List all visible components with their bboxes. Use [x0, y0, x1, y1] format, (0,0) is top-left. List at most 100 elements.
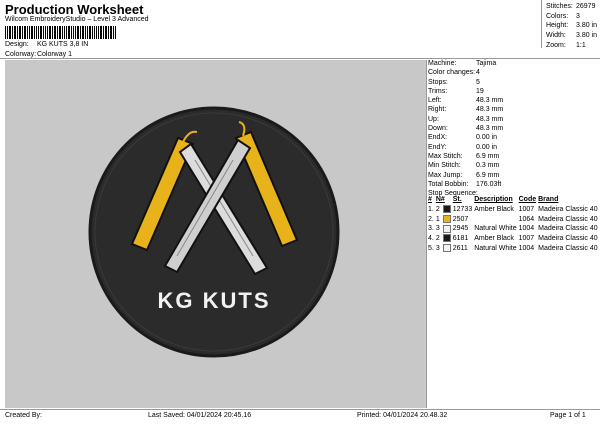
machine-label: EndY:	[428, 143, 447, 151]
barcode-bar	[76, 26, 78, 39]
embroidery-design: KG KUTS	[88, 106, 340, 358]
patch-circle	[88, 106, 340, 358]
machine-value: 6.9 mm	[476, 152, 500, 160]
page-number: Page 1 of 1	[550, 412, 586, 419]
barcode-bar	[99, 26, 101, 39]
machine-label: Color changes:	[428, 69, 476, 77]
colorway-row: Colorway: Colorway 1	[5, 51, 72, 58]
barcode-bar	[58, 26, 60, 39]
machine-value: 0.00 in	[476, 134, 498, 142]
width-label: Width:	[546, 32, 566, 40]
row-stitches: 2611	[452, 244, 468, 252]
machine-row: Min Stitch: 0.3 mm	[428, 161, 503, 170]
machine-value: 6.9 mm	[476, 171, 500, 179]
footer-separator	[0, 409, 600, 410]
barcode-bar	[51, 26, 53, 39]
design-value: KG KUTS 3,8 IN	[36, 41, 89, 48]
header-separator	[0, 58, 600, 59]
barcode-bar	[86, 26, 88, 39]
row-brand: Madeira Classic 40	[538, 244, 598, 252]
barcode-bar	[25, 26, 27, 39]
colorway-value: Colorway 1	[36, 51, 72, 58]
barcode-bar	[83, 26, 85, 39]
barcode-bar	[38, 26, 39, 39]
barcode-bar	[30, 26, 32, 39]
barcode-bar	[55, 26, 56, 39]
barcode-bar	[85, 26, 86, 39]
colorway-label: Colorway:	[5, 51, 37, 58]
machine-label: Min Stitch:	[428, 162, 461, 170]
barcode-bar	[73, 26, 74, 39]
barcode-bar	[11, 26, 13, 39]
barcode-bar	[29, 26, 30, 39]
color-swatch	[442, 214, 451, 223]
colors-label: Colors:	[546, 12, 569, 20]
barcode	[5, 26, 117, 39]
machine-label: Max Jump:	[428, 171, 463, 179]
stop-sequence-table: # N# St. Description Code Brand 1. 2 12733…	[428, 195, 600, 254]
row-code: 1007	[518, 205, 535, 213]
summary-panel: Stitches: 26979 Colors: 3 Height: 3.80 in W…	[546, 2, 597, 51]
row-stitches: 12733	[452, 205, 473, 213]
row-code: 1004	[518, 244, 535, 252]
row-needle: 3	[436, 224, 453, 234]
machine-value: 48.3 mm	[476, 115, 504, 123]
barcode-bar	[6, 26, 8, 39]
barcode-bar	[39, 26, 41, 39]
color-swatch	[442, 224, 451, 233]
col-description: Description	[474, 196, 513, 203]
col-index: #	[428, 196, 432, 203]
barcode-bar	[8, 26, 10, 39]
col-needle: N#	[435, 196, 445, 203]
barcode-bar	[111, 26, 113, 39]
design-label: Design:	[5, 41, 29, 48]
needle-number: 3	[435, 225, 440, 233]
machine-row: Stops: 5	[428, 78, 503, 87]
needle-number: 3	[435, 244, 440, 252]
barcode-bar	[53, 26, 55, 39]
row-index: 3.	[428, 225, 434, 233]
machine-label: Stops:	[428, 78, 448, 86]
row-brand: Madeira Classic 40	[538, 235, 598, 243]
barcode-bar	[15, 26, 17, 39]
width-value: 3.80 in	[576, 32, 598, 40]
machine-value: 4	[476, 69, 480, 77]
barcode-bar	[113, 26, 114, 39]
machine-value: 19	[476, 87, 484, 95]
machine-value: 5	[476, 78, 480, 86]
machine-label: Right:	[428, 106, 447, 114]
row-code: 1004	[518, 225, 535, 233]
barcode-bar	[63, 26, 66, 39]
height-value: 3.80 in	[576, 22, 598, 30]
barcode-bar	[13, 26, 15, 39]
machine-row: Trims: 19	[428, 87, 503, 96]
row-index: 1.	[428, 205, 434, 213]
row-needle: 1	[435, 214, 453, 225]
row-needle: 2	[436, 234, 453, 244]
machine-label: EndX:	[428, 134, 448, 142]
color-swatch	[442, 244, 451, 253]
machine-label: Down:	[428, 125, 448, 133]
stitches-label: Stitches:	[546, 3, 573, 10]
barcode-bar	[88, 26, 90, 39]
machine-row: Total Bobbin: 176.03ft	[428, 180, 503, 189]
logo-text: KG KUTS	[158, 288, 271, 313]
col-code: Code	[518, 196, 537, 203]
row-description	[474, 215, 518, 225]
barcode-bar	[48, 26, 50, 39]
last-saved: Last Saved: 04/01/2024 20:45.16	[148, 412, 252, 419]
barcode-bar	[10, 26, 11, 39]
barcode-bar	[23, 26, 25, 39]
zoom-label: Zoom:	[546, 41, 566, 49]
machine-value: 48.3 mm	[476, 97, 504, 105]
row-brand: Madeira Classic 40	[538, 225, 598, 233]
machine-row: Machine: Tajima	[428, 59, 503, 68]
colors-value: 3	[576, 12, 580, 20]
row-stitches: 2945	[452, 225, 469, 233]
zoom-value: 1:1	[576, 41, 586, 49]
barcode-bar	[108, 26, 109, 39]
created-by: Created By:	[5, 412, 42, 419]
printed-date: Printed: 04/01/2024 20.48.32	[357, 412, 448, 419]
needle-number: 1	[435, 215, 440, 223]
machine-row: Down: 48.3 mm	[428, 124, 503, 133]
